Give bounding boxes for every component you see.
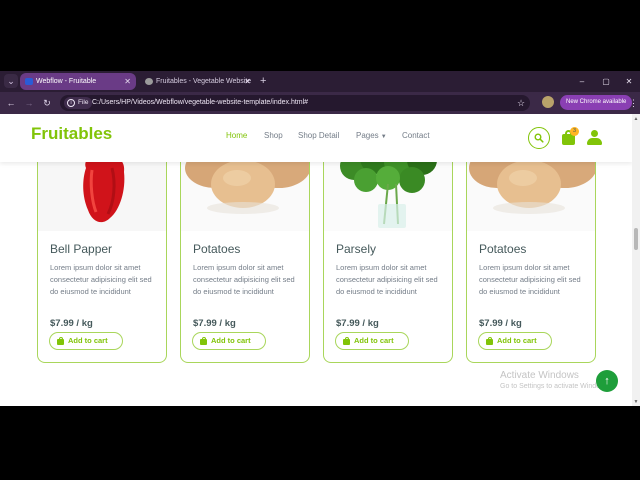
page-viewport: Fruitables Home Shop Shop Detail Pages ▼ …: [0, 114, 632, 406]
search-button[interactable]: [528, 127, 550, 149]
bookmark-star-icon[interactable]: ☆: [517, 96, 529, 110]
product-name[interactable]: Parsely: [336, 242, 376, 256]
add-to-cart-button[interactable]: Add to cart: [192, 332, 266, 350]
nav-pages-label: Pages: [356, 131, 379, 140]
tab-title: Webflow - Fruitable: [36, 78, 97, 85]
product-description: Lorem ipsum dolor sit amet consectetur a…: [193, 263, 295, 296]
screen: ⌄ Webflow - Fruitable ✕ Fruitables - Veg…: [0, 0, 640, 480]
minimize-button[interactable]: –: [573, 73, 591, 90]
url-text[interactable]: C:/Users/HP/Videos/Webflow/vegetable-web…: [92, 96, 308, 110]
shopping-bag-icon: [200, 337, 207, 345]
more-menu-icon[interactable]: ⋮: [629, 96, 638, 110]
site-logo[interactable]: Fruitables: [31, 124, 112, 144]
page-favicon-icon: [145, 78, 153, 85]
activate-windows-title: Activate Windows: [500, 370, 579, 381]
product-description: Lorem ipsum dolor sit amet consectetur a…: [50, 263, 152, 296]
reload-icon[interactable]: ↻: [40, 96, 54, 110]
forward-arrow-icon[interactable]: →: [22, 96, 36, 110]
product-description: Lorem ipsum dolor sit amet consectetur a…: [336, 263, 438, 296]
user-icon: [591, 130, 598, 137]
product-price: $7.99 / kg: [50, 318, 93, 329]
tab-close-icon[interactable]: ✕: [124, 73, 131, 90]
scroll-down-arrow-icon[interactable]: ▼: [633, 399, 639, 405]
add-to-cart-label: Add to cart: [497, 336, 537, 345]
tab-fruitables[interactable]: Fruitables - Vegetable Website ✕: [140, 73, 256, 90]
cart-button[interactable]: 3: [561, 127, 579, 145]
webflow-favicon-icon: [25, 78, 33, 85]
product-price: $7.99 / kg: [193, 318, 236, 329]
back-arrow-icon[interactable]: ←: [4, 96, 18, 110]
close-window-button[interactable]: ✕: [620, 73, 638, 90]
tab-title: Fruitables - Vegetable Website: [156, 78, 252, 85]
site-info-chip[interactable]: i File: [64, 97, 93, 109]
product-description: Lorem ipsum dolor sit amet consectetur a…: [479, 263, 581, 296]
nav-pages[interactable]: Pages ▼: [356, 131, 387, 140]
tab-search-chevron-icon[interactable]: ⌄: [4, 74, 18, 88]
search-icon: [534, 133, 544, 143]
info-icon: i: [67, 99, 75, 107]
product-name[interactable]: Potatoes: [193, 242, 240, 256]
profile-avatar[interactable]: [542, 96, 554, 108]
product-price: $7.99 / kg: [336, 318, 379, 329]
update-chrome-button[interactable]: New Chrome available: [560, 95, 633, 110]
user-account-button[interactable]: [587, 130, 602, 146]
shopping-bag-icon: [343, 337, 350, 345]
add-to-cart-label: Add to cart: [211, 336, 251, 345]
nav-contact[interactable]: Contact: [402, 131, 430, 140]
tab-webflow[interactable]: Webflow - Fruitable ✕: [20, 73, 136, 90]
cart-count-badge: 3: [570, 127, 579, 136]
file-chip-label: File: [78, 99, 89, 106]
product-name[interactable]: Bell Papper: [50, 242, 112, 256]
add-to-cart-label: Add to cart: [354, 336, 394, 345]
nav-shop[interactable]: Shop: [264, 131, 283, 140]
activate-windows-subtitle: Go to Settings to activate Windows.: [500, 383, 611, 390]
add-to-cart-label: Add to cart: [68, 336, 108, 345]
nav-shop-detail[interactable]: Shop Detail: [298, 131, 339, 140]
arrow-up-icon: ↑: [604, 375, 610, 387]
product-card[interactable]: Bell Papper Lorem ipsum dolor sit amet c…: [37, 144, 167, 363]
add-to-cart-button[interactable]: Add to cart: [49, 332, 123, 350]
maximize-button[interactable]: ▢: [597, 73, 615, 90]
scrollbar-thumb[interactable]: [634, 228, 638, 250]
shopping-bag-icon: [57, 337, 64, 345]
new-tab-button[interactable]: +: [260, 73, 272, 90]
product-card[interactable]: Parsely Lorem ipsum dolor sit amet conse…: [323, 144, 453, 363]
scroll-up-arrow-icon[interactable]: ▲: [633, 116, 639, 122]
chevron-down-icon: ▼: [380, 134, 387, 140]
tab-close-icon[interactable]: ✕: [244, 73, 251, 90]
product-card[interactable]: Potatoes Lorem ipsum dolor sit amet cons…: [180, 144, 310, 363]
page-scrollbar[interactable]: [632, 114, 640, 406]
product-name[interactable]: Potatoes: [479, 242, 526, 256]
product-price: $7.99 / kg: [479, 318, 522, 329]
product-card[interactable]: Potatoes Lorem ipsum dolor sit amet cons…: [466, 144, 596, 363]
site-navbar: Fruitables Home Shop Shop Detail Pages ▼ …: [0, 114, 632, 162]
add-to-cart-button[interactable]: Add to cart: [478, 332, 552, 350]
shopping-bag-icon: [486, 337, 493, 345]
nav-home[interactable]: Home: [226, 131, 247, 140]
add-to-cart-button[interactable]: Add to cart: [335, 332, 409, 350]
back-to-top-button[interactable]: ↑: [596, 370, 618, 392]
